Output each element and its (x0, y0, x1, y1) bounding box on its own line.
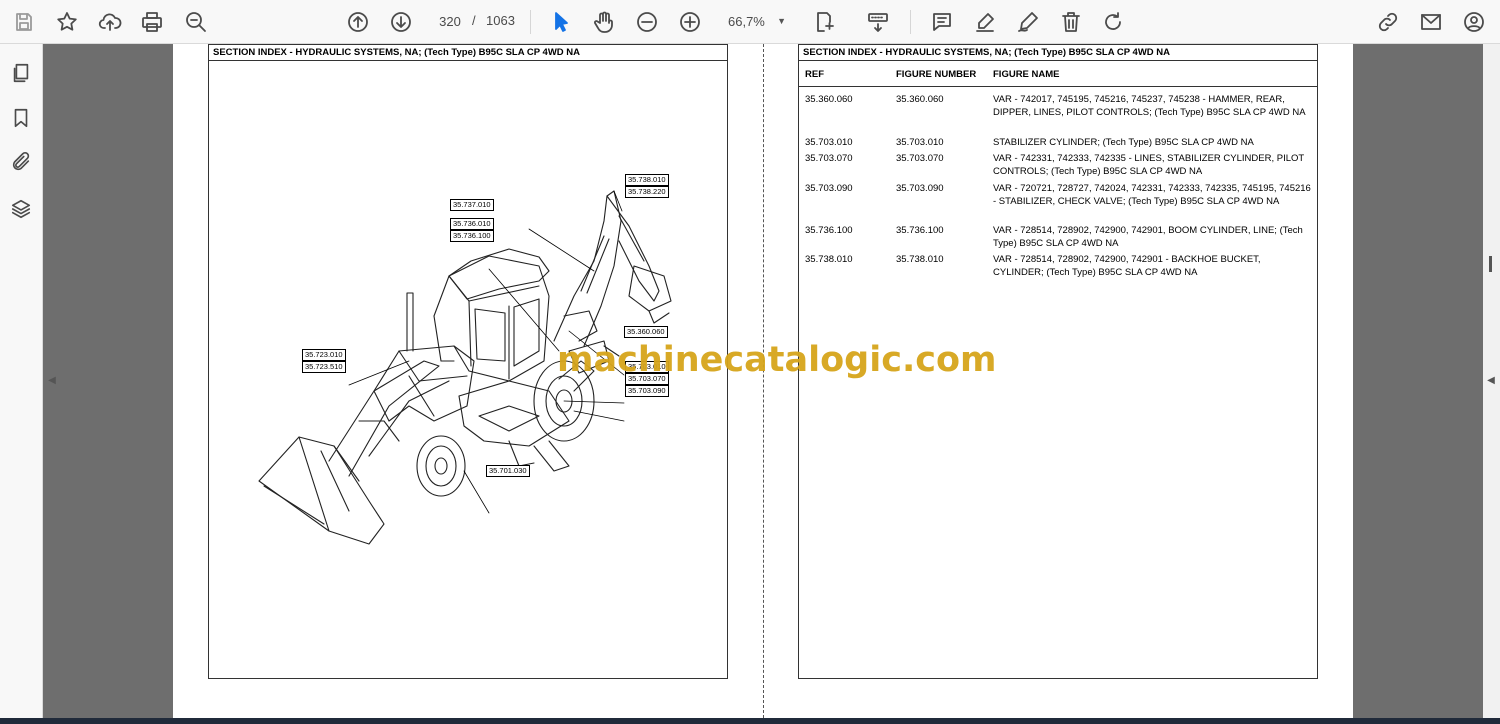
callout-label[interactable]: 35.738.010 (625, 174, 669, 186)
bookmarks-icon[interactable] (6, 103, 36, 133)
toolbar: / 1063 66,7% ▼ (0, 0, 1500, 44)
figure-number-cell[interactable]: 35.703.070 (896, 152, 944, 165)
scroll-thumb[interactable] (1489, 256, 1492, 272)
right-section-header: SECTION INDEX - HYDRAULIC SYSTEMS, NA; (… (799, 45, 1317, 61)
pages-icon[interactable] (6, 58, 36, 88)
account-icon[interactable] (1458, 6, 1490, 38)
figure-name-cell[interactable]: STABILIZER CYLINDER; (Tech Type) B95C SL… (993, 136, 1311, 149)
callout-label[interactable]: 35.723.010 (302, 349, 346, 361)
email-icon[interactable] (1415, 6, 1447, 38)
sign-icon[interactable] (1012, 6, 1044, 38)
zoom-select[interactable]: 66,7% ▼ (722, 8, 792, 34)
redo-icon[interactable] (1097, 6, 1129, 38)
figure-number-cell[interactable]: 35.703.010 (896, 136, 944, 149)
ref-cell[interactable]: 35.360.060 (805, 93, 853, 106)
column-header-figure-name: FIGURE NAME (993, 69, 1060, 80)
zoom-in-icon[interactable] (674, 6, 706, 38)
figure-number-cell[interactable]: 35.360.060 (896, 93, 944, 106)
print-icon[interactable] (136, 6, 168, 38)
callout-label[interactable]: 35.703.090 (625, 385, 669, 397)
figure-number-cell[interactable]: 35.738.010 (896, 253, 944, 266)
watermark-text: machinecatalogic.com (557, 340, 997, 380)
callout-label[interactable]: 35.360.060 (624, 326, 668, 338)
page-number-input[interactable] (432, 10, 468, 32)
page-up-icon[interactable] (342, 6, 374, 38)
ref-cell[interactable]: 35.703.070 (805, 152, 853, 165)
column-header-figure-number: FIGURE NUMBER (896, 69, 977, 80)
table-divider (799, 86, 1317, 87)
callout-label[interactable]: 35.736.010 (450, 218, 494, 230)
scroll-mode-icon[interactable] (862, 6, 894, 38)
page-total: 1063 (486, 13, 515, 28)
page-separator: / (472, 13, 476, 28)
navigation-rail (0, 44, 43, 724)
attachments-icon[interactable] (6, 147, 36, 177)
bookmark-star-icon[interactable] (51, 6, 83, 38)
figure-name-cell[interactable]: VAR - 728514, 728902, 742900, 742901, BO… (993, 224, 1311, 250)
callout-label[interactable]: 35.737.010 (450, 199, 494, 211)
collapse-left-panel-icon[interactable]: ◀ (45, 372, 59, 388)
select-cursor-icon[interactable] (545, 6, 577, 38)
comment-icon[interactable] (926, 6, 958, 38)
share-link-icon[interactable] (1372, 6, 1404, 38)
ref-cell[interactable]: 35.736.100 (805, 224, 853, 237)
callout-label[interactable]: 35.723.510 (302, 361, 346, 373)
figure-number-cell[interactable]: 35.736.100 (896, 224, 944, 237)
page-fit-icon[interactable] (808, 6, 840, 38)
upload-icon[interactable] (94, 6, 126, 38)
page-split-divider (763, 44, 764, 718)
page-down-icon[interactable] (385, 6, 417, 38)
callout-label[interactable]: 35.738.220 (625, 186, 669, 198)
delete-icon[interactable] (1055, 6, 1087, 38)
layers-icon[interactable] (6, 194, 36, 224)
left-section-header: SECTION INDEX - HYDRAULIC SYSTEMS, NA; (… (209, 45, 727, 61)
figure-number-cell[interactable]: 35.703.090 (896, 182, 944, 195)
hand-icon[interactable] (588, 6, 620, 38)
zoom-out-icon[interactable] (631, 6, 663, 38)
chevron-down-icon: ▼ (777, 16, 786, 26)
taskbar-strip (0, 718, 1500, 724)
ref-cell[interactable]: 35.738.010 (805, 253, 853, 266)
figure-name-cell[interactable]: VAR - 728514, 728902, 742900, 742901 - B… (993, 253, 1311, 279)
highlight-pen-icon[interactable] (969, 6, 1001, 38)
figure-name-cell[interactable]: VAR - 742017, 745195, 745216, 745237, 74… (993, 93, 1311, 119)
figure-name-cell[interactable]: VAR - 720721, 728727, 742024, 742331, 74… (993, 182, 1311, 208)
callout-label[interactable]: 35.736.100 (450, 230, 494, 242)
toolbar-divider (910, 10, 911, 34)
ref-cell[interactable]: 35.703.010 (805, 136, 853, 149)
toolbar-divider (530, 10, 531, 34)
column-header-ref: REF (805, 69, 824, 80)
save-icon[interactable] (8, 6, 40, 38)
collapse-right-panel-icon[interactable]: ◀ (1484, 372, 1498, 388)
search-zoom-icon[interactable] (180, 6, 212, 38)
figure-name-cell[interactable]: VAR - 742331, 742333, 742335 - LINES, ST… (993, 152, 1311, 178)
callout-label[interactable]: 35.701.030 (486, 465, 530, 477)
zoom-value: 66,7% (728, 13, 765, 29)
ref-cell[interactable]: 35.703.090 (805, 182, 853, 195)
